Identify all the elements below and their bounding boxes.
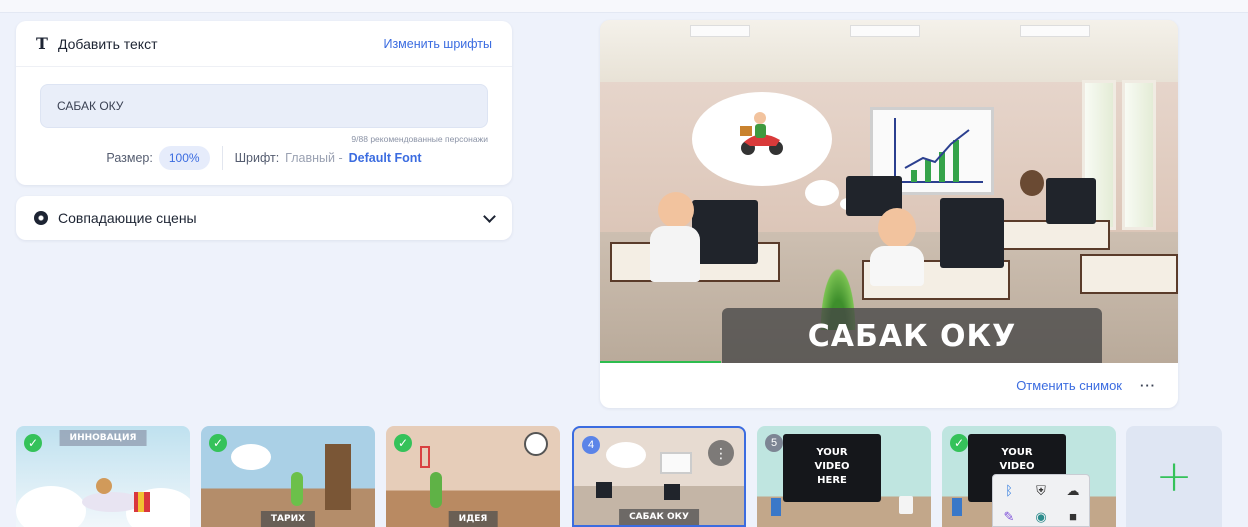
door [325,444,351,510]
scene-thumbnail[interactable]: YOUR VIDEO HERE 5 [757,426,931,527]
add-text-panel: T Добавить текст Изменить шрифты 9/88 ре… [16,21,512,185]
character-head [878,208,916,248]
matching-scenes-accordion[interactable]: Совпадающие сцены [16,196,512,240]
thought-bubble [231,444,271,470]
scene-thumbnail-selected[interactable]: САБАК ОКУ 4 ⋮ [572,426,746,527]
scene-thumbnail[interactable]: ИДЕЯ ✓ [386,426,560,527]
scooter-rider-icon [740,112,783,155]
scene-label: ТАРИХ [260,511,316,527]
battery-icon [420,446,430,468]
character-head [1020,170,1044,196]
chevron-down-icon[interactable] [483,209,496,223]
font-selector[interactable]: Default Font [349,151,422,165]
caption-overlay: САБАК ОКУ [722,308,1102,363]
text-options-row: Размер: 100% Шрифт: Главный - Default Fo… [16,145,512,171]
bluetooth-icon[interactable]: ᛒ [1001,483,1017,499]
check-icon: ✓ [24,434,42,452]
scene-window [1122,80,1156,230]
app-icon[interactable]: ■ [1065,509,1081,525]
scene-number-badge: 4 [582,436,600,454]
size-selector[interactable]: 100% [158,146,210,170]
office-desk [1080,254,1178,294]
thought-bubble [606,442,646,468]
add-text-header: T Добавить текст Изменить шрифты [16,21,512,67]
gear-icon [34,211,48,225]
scene-label: ИННОВАЦИЯ [59,430,147,446]
preview-toolbar: Отменить снимок ··· [600,363,1178,408]
kebab-menu-icon[interactable]: ⋮ [708,440,734,466]
computer-monitor [596,482,612,498]
font-style-label: Главный - [285,151,343,165]
character-count-hint: 9/88 рекомендованные персонажи [351,134,488,144]
add-scene-button[interactable]: + [1126,426,1222,527]
ceiling-light [850,25,920,37]
change-fonts-link[interactable]: Изменить шрифты [383,37,492,51]
ceiling-light [690,25,750,37]
cloud-off-icon[interactable]: ☁ [1065,483,1081,499]
shield-icon[interactable]: ⛨ [1033,483,1049,499]
more-options-button[interactable]: ··· [1140,378,1156,393]
scene-label: ИДЕЯ [448,511,498,527]
check-icon: ✓ [209,434,227,452]
scene-thumbnail[interactable]: ИННОВАЦИЯ ✓ [16,426,190,527]
matching-scenes-title: Совпадающие сцены [58,210,197,226]
computer-monitor [692,200,758,264]
pen-cup [952,498,962,516]
check-icon: ✓ [950,434,968,452]
scene-preview-card: САБАК ОКУ Отменить снимок ··· [600,20,1178,408]
computer-monitor [664,484,680,500]
mug [899,496,913,514]
character [291,472,303,506]
airplane-icon [82,478,150,512]
computer-monitor [940,198,1004,268]
scene-thumbnail[interactable]: ТАРИХ ✓ [201,426,375,527]
check-icon: ✓ [394,434,412,452]
scene-preview-image: САБАК ОКУ [600,20,1178,363]
caption-text-input[interactable] [40,84,488,128]
thought-bubble-dot [805,180,839,206]
font-label: Шрифт: [234,151,280,165]
scene-number-badge: 5 [765,434,783,452]
plus-icon: + [1155,450,1193,502]
office-desk [1000,220,1110,250]
search-icon[interactable]: ◉ [1033,509,1049,525]
scene-label: САБАК ОКУ [619,509,699,525]
size-label: Размер: [106,151,153,165]
clock-icon [524,432,548,456]
scene-caption-text: САБАК ОКУ [807,318,1017,354]
whiteboard [660,452,692,474]
divider [221,146,223,170]
pen-cup [771,498,781,516]
ceiling-light [1020,25,1090,37]
system-tray-popup: ᛒ ⛨ ☁ ✎ ◉ ■ [992,474,1090,527]
add-text-title: Добавить текст [58,35,158,52]
text-icon: T [36,34,48,53]
top-border [0,0,1248,13]
character [430,472,442,508]
character-body [870,246,924,286]
computer-monitor [1046,178,1096,224]
character-body [650,226,700,282]
video-placeholder-screen: YOUR VIDEO HERE [783,434,881,502]
undo-snapshot-link[interactable]: Отменить снимок [1016,378,1122,393]
pen-icon[interactable]: ✎ [1001,509,1017,525]
character-head [658,192,694,228]
